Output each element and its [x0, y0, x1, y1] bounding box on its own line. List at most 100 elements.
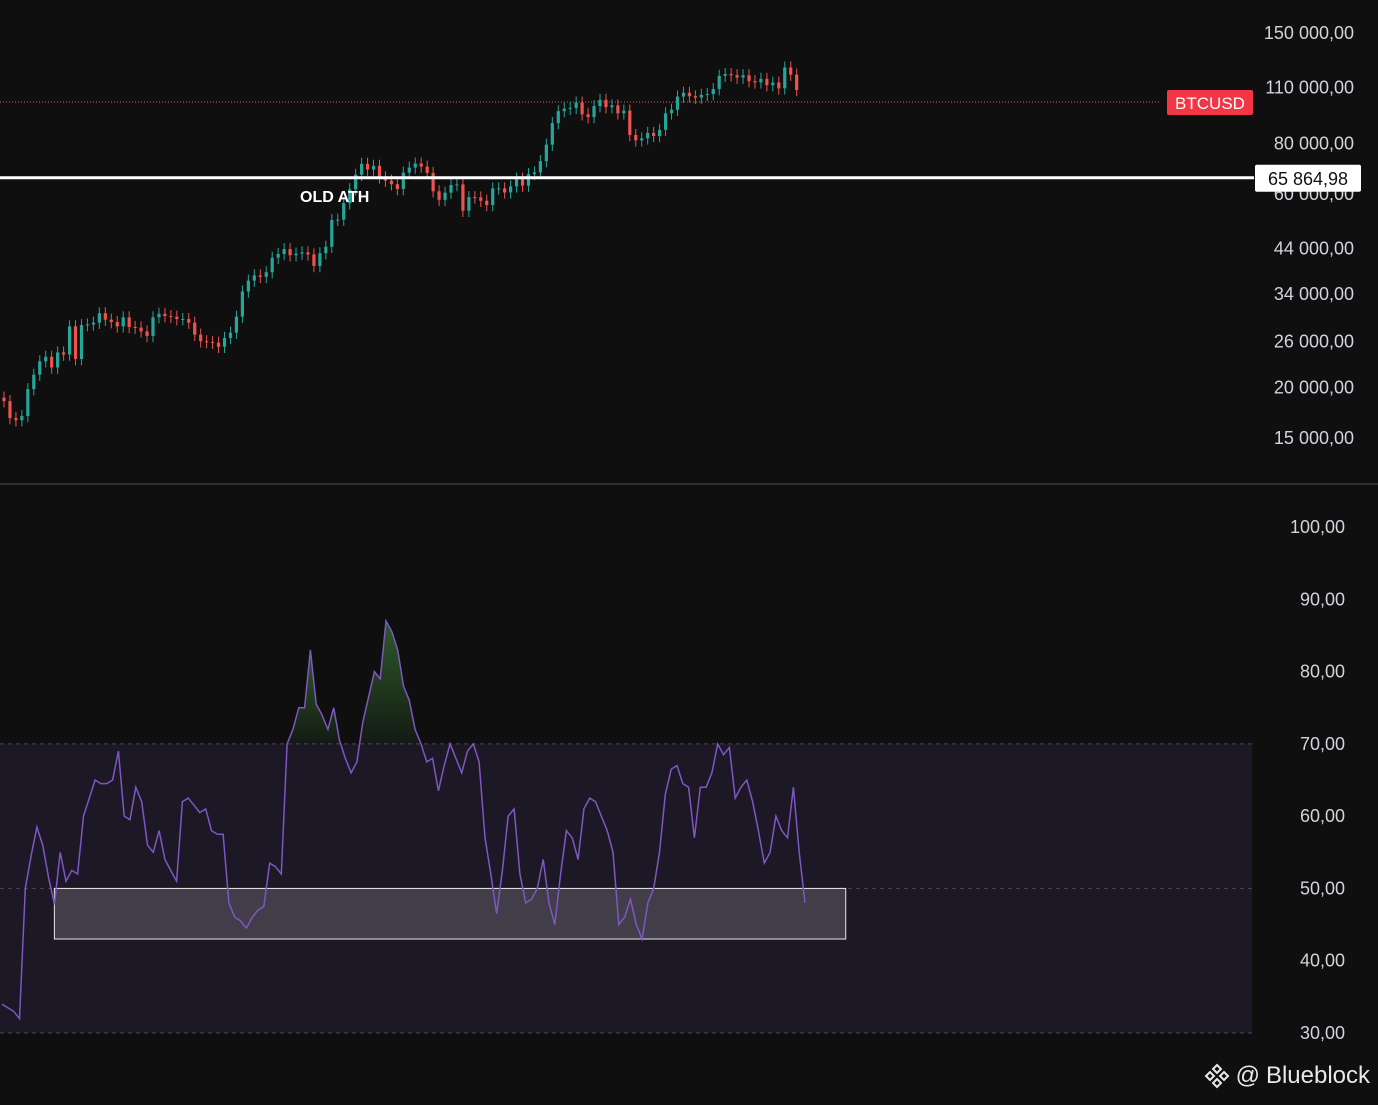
candle-body	[389, 180, 393, 185]
candle-body	[562, 108, 566, 112]
candle-body	[437, 191, 441, 200]
price-tick-label: 26 000,00	[1274, 331, 1354, 351]
candle-body	[252, 275, 256, 281]
candle-body	[336, 219, 340, 221]
candle-body	[449, 185, 453, 193]
candle-body	[276, 253, 280, 258]
candle-body	[234, 316, 239, 333]
candle-body	[479, 197, 483, 201]
old-ath-annotation: OLD ATH	[300, 189, 369, 206]
price-tick-label: 15 000,00	[1274, 428, 1354, 448]
candle-body	[365, 163, 370, 170]
candle-body	[777, 82, 781, 89]
candle-body	[556, 111, 560, 124]
rsi-tick-label: 80,00	[1300, 662, 1345, 682]
candle-body	[44, 356, 48, 362]
candle-body	[687, 92, 691, 97]
candle-body	[532, 172, 537, 174]
candle-body	[56, 352, 60, 368]
candle-body	[711, 88, 715, 95]
candle-body	[79, 325, 84, 360]
candle-body	[377, 165, 382, 178]
candle-body	[467, 197, 471, 211]
candle-body	[145, 331, 149, 336]
rsi-tick-label: 50,00	[1300, 878, 1345, 898]
candle-body	[240, 291, 244, 317]
candle-body	[675, 96, 680, 110]
candle-body	[544, 144, 548, 162]
candle-body	[413, 163, 417, 168]
candle-body	[133, 326, 137, 328]
rsi-tick-label: 70,00	[1300, 734, 1345, 754]
candle-body	[85, 324, 90, 326]
candle-body	[14, 418, 18, 421]
rsi-support-box	[53, 887, 847, 940]
price-tick-label: 34 000,00	[1274, 284, 1354, 304]
candle-body	[127, 317, 131, 327]
candle-body	[520, 178, 525, 186]
candle-body	[67, 326, 72, 355]
candle-body	[103, 313, 107, 320]
candle-body	[747, 75, 751, 82]
candle-body	[693, 96, 697, 98]
price-tick-label: 110 000,00	[1265, 78, 1354, 98]
candle-body	[699, 94, 703, 98]
candle-body	[705, 94, 709, 96]
candle-body	[652, 132, 656, 137]
candle-body	[32, 374, 36, 390]
candle-body	[169, 316, 173, 318]
candle-body	[199, 334, 203, 342]
candle-body	[306, 252, 310, 255]
rsi-tick-label: 40,00	[1300, 951, 1345, 971]
price-tick-label: 80 000,00	[1274, 134, 1354, 154]
candle-body	[789, 67, 793, 75]
candle-body	[753, 81, 757, 83]
watermark-at: @	[1235, 1062, 1260, 1089]
candle-body	[586, 114, 590, 118]
candle-body	[723, 74, 727, 76]
candle-body	[294, 253, 298, 256]
candle-body	[568, 107, 572, 109]
diamond-logo-icon	[1204, 1063, 1229, 1089]
candle-body	[205, 341, 209, 343]
candle-body	[735, 75, 739, 78]
candle-body	[187, 319, 191, 323]
chart-root: OLD ATH 150 000,00 110 000,00 80 000,00 60 …	[0, 0, 1378, 1100]
rsi-tick-label: 60,00	[1300, 806, 1345, 826]
candle-body	[485, 200, 489, 206]
candle-body	[324, 246, 328, 254]
candle-body	[73, 326, 78, 360]
candle-body	[115, 322, 119, 327]
candle-body	[669, 109, 674, 114]
candle-body	[526, 173, 531, 186]
candle-body	[312, 254, 316, 266]
candle-body	[401, 172, 405, 189]
candle-body	[407, 167, 411, 173]
candle-body	[658, 129, 662, 137]
candle-body	[211, 341, 215, 343]
candle-body	[300, 252, 304, 254]
candle-body	[431, 172, 435, 192]
candle-body	[425, 166, 429, 173]
candle-body	[175, 316, 179, 320]
candle-body	[538, 161, 542, 173]
candle-body	[360, 163, 364, 175]
candle-body	[181, 319, 185, 321]
candle-body	[50, 356, 54, 368]
candle-body	[717, 75, 721, 89]
candle-body	[26, 389, 30, 416]
candle-body	[514, 178, 519, 187]
candle-body	[371, 165, 376, 170]
chart-svg: OLD ATH 150 000,00110 000,0080 000,0060 …	[0, 0, 1378, 1100]
candle-body	[97, 313, 101, 323]
candle-body	[282, 249, 286, 254]
candle-body	[246, 280, 250, 292]
candle-body	[139, 327, 143, 332]
rsi-highlight-box	[53, 887, 847, 940]
candle-body	[330, 220, 334, 247]
candle-body	[121, 317, 125, 327]
candle-body	[783, 67, 787, 89]
candle-body	[640, 138, 644, 141]
candle-body	[592, 106, 596, 118]
candle-body	[318, 253, 322, 266]
